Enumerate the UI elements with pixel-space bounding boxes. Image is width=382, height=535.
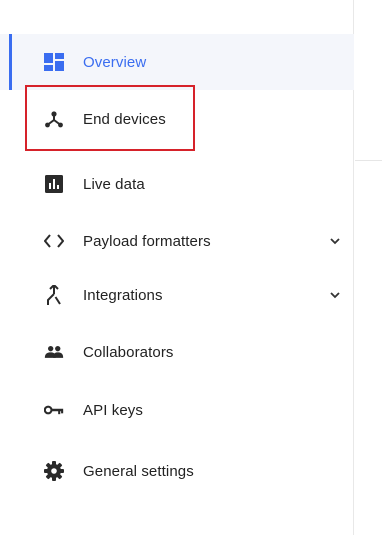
- sidebar-item-end-devices[interactable]: End devices: [0, 91, 354, 147]
- gear-icon: [44, 461, 64, 481]
- sidebar-item-label: Payload formatters: [83, 232, 211, 250]
- sidebar-item-overview[interactable]: Overview: [0, 34, 354, 90]
- active-indicator: [9, 34, 12, 90]
- merge-icon: [44, 285, 64, 305]
- sidebar-item-collaborators[interactable]: Collaborators: [0, 324, 354, 380]
- chevron-down-icon[interactable]: [330, 290, 340, 300]
- chevron-down-icon[interactable]: [330, 236, 340, 246]
- devices-hub-icon: [44, 109, 64, 129]
- sidebar-item-label: Overview: [83, 53, 147, 71]
- sidebar-item-label: API keys: [83, 401, 143, 419]
- sidebar-item-label: Live data: [83, 175, 145, 193]
- key-icon: [44, 400, 64, 420]
- sidebar-item-live-data[interactable]: Live data: [0, 156, 354, 212]
- code-icon: [44, 231, 64, 251]
- sidebar-item-label: General settings: [83, 462, 194, 480]
- sidebar-item-integrations[interactable]: Integrations: [0, 267, 354, 323]
- sidebar-item-api-keys[interactable]: API keys: [0, 382, 354, 438]
- sidebar-item-label: Integrations: [83, 286, 163, 304]
- sidebar: Overview End devices Live data Payload f…: [0, 0, 354, 535]
- sidebar-item-label: End devices: [83, 110, 166, 128]
- sidebar-item-label: Collaborators: [83, 343, 174, 361]
- sidebar-item-general-settings[interactable]: General settings: [0, 443, 354, 499]
- dashboard-icon: [44, 52, 64, 72]
- content-divider: [355, 160, 382, 161]
- sidebar-item-payload-formatters[interactable]: Payload formatters: [0, 213, 354, 269]
- people-icon: [44, 342, 64, 362]
- bar-chart-icon: [44, 174, 64, 194]
